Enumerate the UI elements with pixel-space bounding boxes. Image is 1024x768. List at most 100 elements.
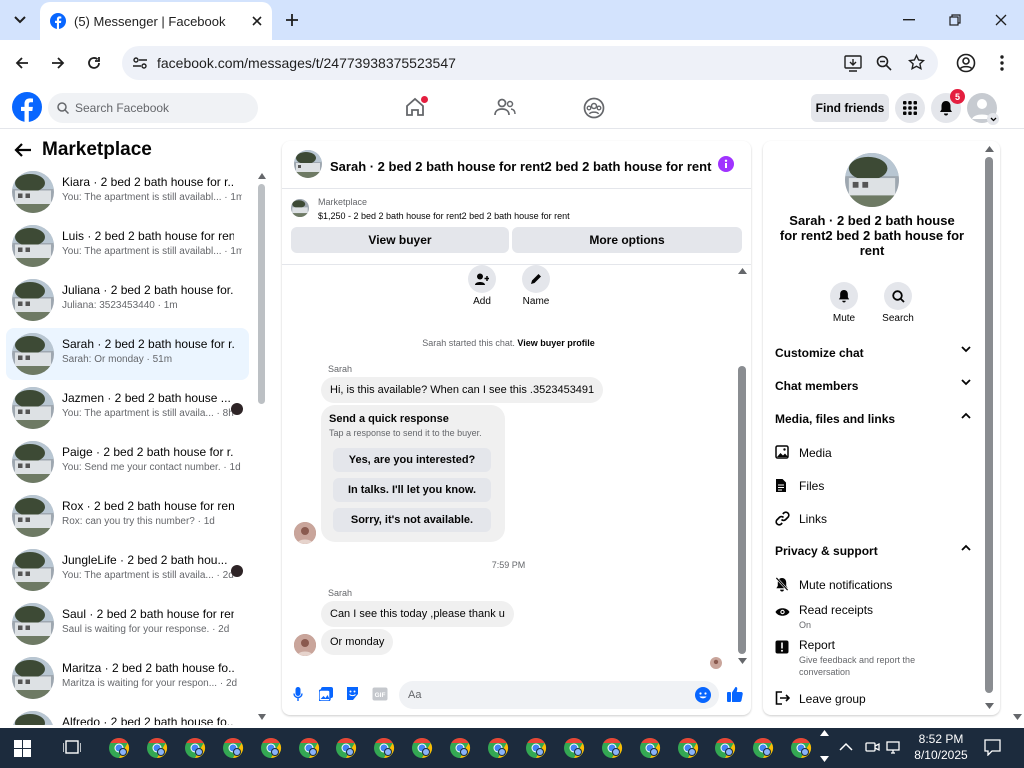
read-receipts-item[interactable]: Read receipts On xyxy=(775,603,971,633)
window-restore-icon[interactable] xyxy=(941,6,969,34)
conversation-item[interactable]: JungleLife · 2 bed 2 bath hou... You: The… xyxy=(6,544,249,596)
facebook-logo-icon[interactable] xyxy=(12,92,42,122)
facebook-search-input[interactable]: Search Facebook xyxy=(48,93,258,123)
taskbar-clock[interactable]: 8:52 PM 8/10/2025 xyxy=(904,731,978,763)
view-buyer-profile-link[interactable]: View buyer profile xyxy=(517,338,594,348)
chat-scroll-down-icon[interactable] xyxy=(738,658,747,664)
media-files-links-section[interactable]: Media, files and links xyxy=(775,412,971,426)
reload-icon[interactable] xyxy=(80,49,108,77)
conversation-item[interactable]: Paige · 2 bed 2 bath house for r... You: … xyxy=(6,436,249,488)
back-arrow-icon[interactable] xyxy=(14,142,32,158)
taskbar-chrome-icon[interactable] xyxy=(714,737,736,759)
details-scrollbar[interactable] xyxy=(985,157,993,693)
sender-avatar[interactable] xyxy=(294,634,316,656)
thumbs-up-icon[interactable] xyxy=(727,686,743,702)
conversation-info-icon[interactable] xyxy=(718,156,734,172)
taskbar-chrome-icon[interactable] xyxy=(146,737,168,759)
page-scroll-down-icon[interactable] xyxy=(1013,714,1022,720)
quick-response-yes-button[interactable]: Yes, are you interested? xyxy=(333,448,491,472)
taskbar-chrome-icon[interactable] xyxy=(752,737,774,759)
zoom-icon[interactable] xyxy=(876,55,892,71)
browser-menu-icon[interactable] xyxy=(988,49,1016,77)
view-buyer-button[interactable]: View buyer xyxy=(291,227,509,253)
gif-icon[interactable]: GIF xyxy=(372,687,388,701)
sticker-icon[interactable] xyxy=(345,686,360,701)
taskbar-chrome-icon[interactable] xyxy=(108,737,130,759)
tab-search-dropdown-icon[interactable] xyxy=(6,6,34,34)
edit-name-action[interactable]: Name xyxy=(519,265,553,307)
mute-action[interactable]: Mute xyxy=(830,282,858,324)
chat-scrollbar[interactable] xyxy=(738,366,746,654)
home-icon[interactable] xyxy=(404,96,428,117)
bookmark-star-icon[interactable] xyxy=(908,54,925,71)
taskbar-chrome-icon[interactable] xyxy=(184,737,206,759)
add-contact-action[interactable]: Add xyxy=(467,265,497,307)
chat-listing-avatar[interactable] xyxy=(294,150,322,178)
details-scroll-up-icon[interactable] xyxy=(985,146,994,152)
microphone-icon[interactable] xyxy=(293,687,303,701)
conversation-item[interactable]: Rox · 2 bed 2 bath house for rent Rox: ca… xyxy=(6,490,249,542)
network-icon[interactable] xyxy=(886,740,900,754)
conversation-item[interactable]: Saul · 2 bed 2 bath house for rent Saul i… xyxy=(6,598,249,650)
details-listing-avatar[interactable] xyxy=(845,153,899,207)
action-center-icon[interactable] xyxy=(984,739,1001,756)
message-bubble[interactable]: Or monday xyxy=(321,629,394,655)
back-icon[interactable] xyxy=(8,49,36,77)
emoji-icon[interactable] xyxy=(695,687,711,703)
site-settings-icon[interactable] xyxy=(132,55,148,71)
message-input[interactable]: Aa xyxy=(399,681,719,709)
windows-start-icon[interactable] xyxy=(14,740,31,757)
sender-avatar[interactable] xyxy=(294,522,316,544)
sidebar-scrollbar[interactable] xyxy=(258,184,265,404)
conversation-item[interactable]: Kiara · 2 bed 2 bath house for r... You: … xyxy=(6,166,249,218)
listing-thumbnail[interactable] xyxy=(291,199,309,217)
taskbar-chrome-icon[interactable] xyxy=(639,737,661,759)
chat-members-section[interactable]: Chat members xyxy=(775,379,971,393)
account-avatar[interactable] xyxy=(967,93,999,125)
address-bar[interactable]: facebook.com/messages/t/2477393837552354… xyxy=(122,46,938,80)
sidebar-scroll-down-icon[interactable] xyxy=(258,714,266,720)
conversation-item[interactable]: Jazmen · 2 bed 2 bath house ... You: The … xyxy=(6,382,249,434)
forward-icon[interactable] xyxy=(44,49,72,77)
taskbar-chrome-icon[interactable] xyxy=(260,737,282,759)
taskbar-chrome-icon[interactable] xyxy=(525,737,547,759)
meet-now-icon[interactable] xyxy=(864,740,880,754)
tab-messenger[interactable]: (5) Messenger | Facebook xyxy=(40,2,272,40)
taskbar-chrome-icon[interactable] xyxy=(601,737,623,759)
quick-response-sorry-button[interactable]: Sorry, it's not available. xyxy=(333,508,491,532)
friends-icon[interactable] xyxy=(494,98,516,116)
more-options-button[interactable]: More options xyxy=(512,227,742,253)
taskbar-chrome-icon[interactable] xyxy=(298,737,320,759)
sidebar-scroll-up-icon[interactable] xyxy=(258,173,266,179)
taskbar-chrome-icon[interactable] xyxy=(449,737,471,759)
taskbar-scroll-up-icon[interactable] xyxy=(820,730,829,736)
quick-response-talks-button[interactable]: In talks. I'll let you know. xyxy=(333,478,491,502)
task-view-icon[interactable] xyxy=(63,739,81,756)
chat-scroll-up-icon[interactable] xyxy=(738,268,747,274)
taskbar-chrome-icon[interactable] xyxy=(373,737,395,759)
window-minimize-icon[interactable] xyxy=(895,6,923,34)
profile-icon[interactable] xyxy=(952,49,980,77)
tab-close-icon[interactable] xyxy=(252,16,262,26)
install-app-icon[interactable] xyxy=(844,54,862,72)
taskbar-chrome-icon[interactable] xyxy=(335,737,357,759)
menu-grid-icon[interactable] xyxy=(895,93,925,123)
report-item[interactable]: Report Give feedback and report the conv… xyxy=(775,638,971,678)
system-tray-chevron-icon[interactable] xyxy=(839,742,853,751)
new-tab-icon[interactable] xyxy=(278,6,306,34)
groups-icon[interactable] xyxy=(583,97,605,119)
listing-price-title[interactable]: $1,250 - 2 bed 2 bath house for rent2 be… xyxy=(318,211,570,221)
message-bubble[interactable]: Can I see this today ,please thank u xyxy=(321,601,514,627)
notifications-bell-icon[interactable]: 5 xyxy=(931,89,965,123)
conversation-item[interactable]: Sarah · 2 bed 2 bath house for r... Sarah… xyxy=(6,328,249,380)
conversation-item[interactable]: Alfredo · 2 bed 2 bath house fo... xyxy=(6,706,249,725)
taskbar-chrome-icon[interactable] xyxy=(677,737,699,759)
message-bubble[interactable]: Hi, is this available? When can I see th… xyxy=(321,377,604,403)
search-in-chat-action[interactable]: Search xyxy=(882,282,914,324)
attach-photo-icon[interactable] xyxy=(319,687,333,701)
details-scroll-down-icon[interactable] xyxy=(985,703,994,709)
taskbar-chrome-icon[interactable] xyxy=(411,737,433,759)
find-friends-button[interactable]: Find friends xyxy=(811,94,889,122)
taskbar-chrome-icon[interactable] xyxy=(487,737,509,759)
window-close-icon[interactable] xyxy=(987,6,1015,34)
